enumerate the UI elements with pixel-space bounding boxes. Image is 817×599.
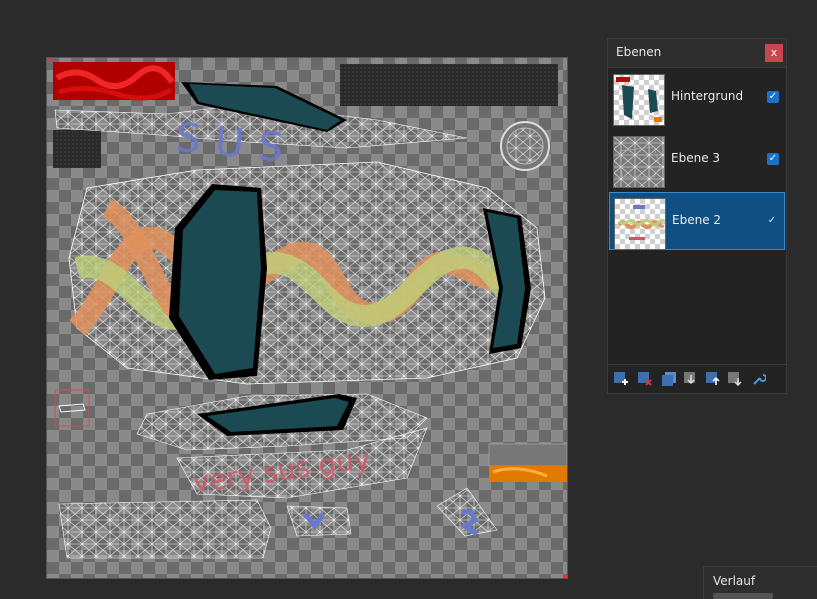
move-layer-up-icon[interactable]	[706, 371, 720, 385]
layer-properties-icon[interactable]	[752, 371, 767, 385]
close-button[interactable]: x	[765, 44, 783, 62]
layer-name: Hintergrund	[671, 89, 744, 103]
history-panel-title: Verlauf	[713, 574, 756, 588]
duplicate-layer-icon[interactable]	[662, 371, 676, 386]
layer-thumbnail	[613, 74, 665, 126]
merge-down-icon[interactable]	[684, 371, 698, 385]
layer-thumbnail	[613, 136, 665, 188]
layer-thumbnail	[614, 198, 666, 250]
layer-row-ebene-3[interactable]: Ebene 3 ✓	[609, 131, 785, 189]
add-layer-icon[interactable]	[614, 371, 628, 385]
layer-row-hintergrund[interactable]: Hintergrund ✓	[609, 69, 785, 127]
layer-name: Ebene 3	[671, 151, 721, 165]
layer-name: Ebene 2	[672, 213, 722, 227]
canvas-document[interactable]: SUS very sus guy	[46, 57, 568, 579]
delete-layer-icon[interactable]	[638, 371, 652, 386]
layers-panel: Ebenen x Hintergrund ✓ Ebene 3 ✓ Ebene 2…	[607, 38, 787, 394]
visibility-checkbox[interactable]: ✓	[767, 153, 779, 165]
grille-texture-top	[340, 64, 558, 106]
canvas-corner-handle	[564, 575, 567, 578]
visibility-checkbox[interactable]: ✓	[767, 91, 779, 103]
visibility-checkbox[interactable]: ✓	[766, 215, 778, 227]
layers-panel-title: Ebenen	[616, 45, 662, 59]
canvas-corner-handle	[47, 58, 50, 61]
history-item[interactable]	[713, 593, 773, 599]
layer-row-ebene-2[interactable]: Ebene 2 ✓	[609, 192, 785, 250]
move-layer-down-icon[interactable]	[728, 371, 742, 387]
layers-toolbar	[608, 364, 786, 393]
uv-texture-artwork: SUS very sus guy	[53, 62, 567, 559]
layers-panel-header[interactable]: Ebenen x	[608, 39, 786, 68]
grille-texture-left	[53, 130, 101, 168]
history-panel: Verlauf	[703, 566, 817, 599]
